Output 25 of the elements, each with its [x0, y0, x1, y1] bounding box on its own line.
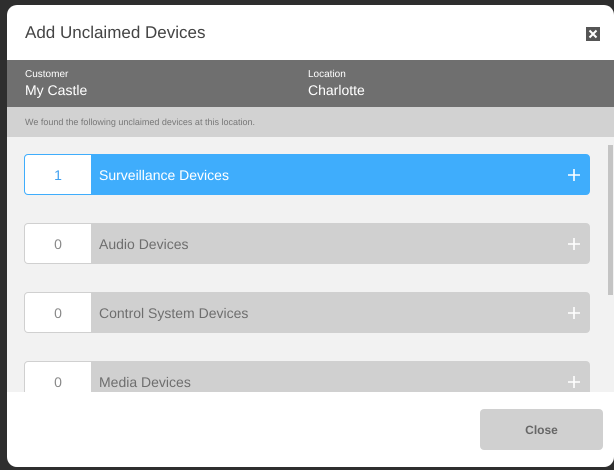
- category-name: Control System Devices: [98, 304, 250, 320]
- message-text: We found the following unclaimed devices at this location.: [25, 117, 255, 127]
- device-category-row[interactable]: 0 Media Devices: [24, 361, 590, 392]
- close-icon[interactable]: [586, 26, 600, 40]
- device-count: 0: [25, 293, 91, 332]
- close-button[interactable]: Close: [480, 409, 603, 450]
- scrollbar-thumb[interactable]: [608, 145, 613, 295]
- plus-icon[interactable]: [568, 238, 580, 250]
- device-count: 1: [25, 155, 91, 194]
- category-name: Media Devices: [98, 374, 192, 390]
- plus-icon[interactable]: [568, 376, 580, 388]
- device-count: 0: [25, 362, 91, 392]
- category-name: Audio Devices: [98, 236, 190, 252]
- location-value: Charlotte: [308, 80, 366, 98]
- device-category-row[interactable]: 0 Control System Devices: [24, 292, 590, 333]
- device-category-row[interactable]: 1 Surveillance Devices: [24, 154, 590, 195]
- category-name: Surveillance Devices: [98, 166, 230, 182]
- plus-icon[interactable]: [568, 168, 580, 180]
- dialog-title: Add Unclaimed Devices: [25, 22, 206, 42]
- customer-value: My Castle: [25, 80, 88, 98]
- device-category-row[interactable]: 0 Audio Devices: [24, 223, 590, 264]
- location-label: Location: [308, 68, 347, 80]
- device-count: 0: [25, 224, 91, 263]
- plus-icon[interactable]: [568, 306, 580, 318]
- customer-label: Customer: [25, 68, 70, 80]
